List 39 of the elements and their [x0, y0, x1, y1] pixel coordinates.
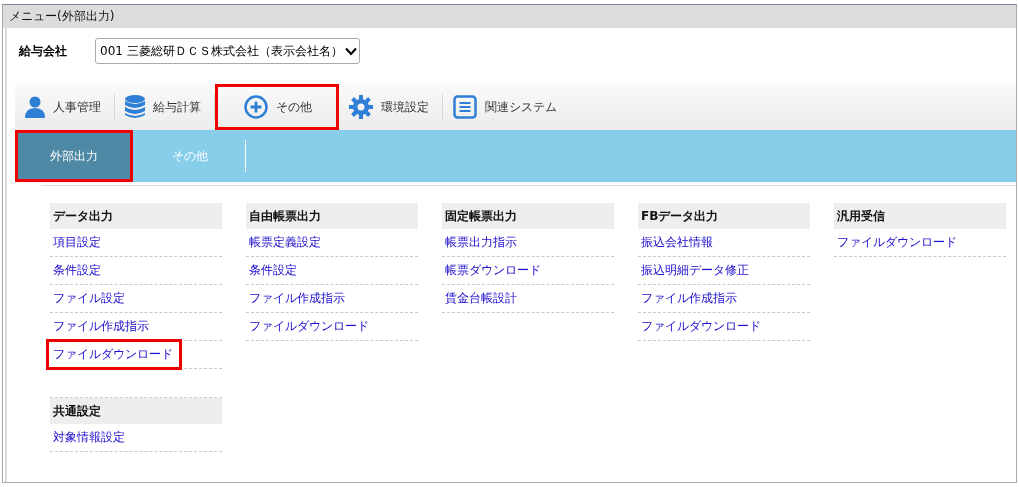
menu-link[interactable]: ファイル作成指示: [638, 288, 740, 309]
menu-link[interactable]: 帳票定義設定: [246, 232, 324, 253]
menu-link[interactable]: 振込会社情報: [638, 232, 716, 253]
list-icon: [453, 95, 477, 119]
person-icon: [25, 96, 45, 118]
menu-link[interactable]: 賃金台帳設計: [442, 288, 520, 309]
menu-link[interactable]: ファイルダウンロード: [834, 232, 960, 253]
company-label: 給与会社: [18, 42, 68, 60]
menu-link[interactable]: 条件設定: [246, 260, 300, 281]
group-header: 固定帳票出力: [442, 203, 614, 229]
menu-link[interactable]: 対象情報設定: [50, 427, 128, 448]
menu-link[interactable]: 帳票出力指示: [442, 232, 520, 253]
group-header: 汎用受信: [834, 203, 1006, 229]
menu-link[interactable]: 項目設定: [50, 232, 104, 253]
company-select[interactable]: 001 三菱総研ＤＣＳ株式会社（表示会社名）: [95, 38, 360, 64]
window-title: メニュー(外部出力): [9, 8, 115, 25]
plus-circle-icon: [244, 95, 268, 119]
menu-link[interactable]: ファイルダウンロード: [638, 316, 764, 337]
nav-tab[interactable]: 給与計算: [115, 84, 215, 130]
settings-icon: [349, 95, 373, 119]
group-header: データ出力: [50, 203, 222, 229]
menu-link[interactable]: 帳票ダウンロード: [442, 260, 544, 281]
nav-tab[interactable]: 人事管理: [15, 84, 115, 130]
menu-link[interactable]: ファイル設定: [50, 288, 128, 309]
group-header: 共通設定: [50, 398, 222, 424]
nav-tab[interactable]: その他: [215, 84, 339, 130]
sub-tab[interactable]: 外部出力: [15, 130, 133, 182]
menu-link[interactable]: ファイル作成指示: [50, 316, 152, 337]
group-header: FBデータ出力: [638, 203, 810, 229]
menu-link[interactable]: 振込明細データ修正: [638, 260, 752, 281]
menu-link[interactable]: ファイルダウンロード: [46, 339, 182, 370]
menu-link[interactable]: ファイル作成指示: [246, 288, 348, 309]
menu-link[interactable]: 条件設定: [50, 260, 104, 281]
caret-icon: [344, 46, 357, 56]
nav-tab[interactable]: 関連システム: [443, 84, 571, 130]
group-header: 自由帳票出力: [246, 203, 418, 229]
database-icon: [125, 95, 145, 119]
nav-tab[interactable]: 環境設定: [339, 84, 443, 130]
menu-link[interactable]: ファイルダウンロード: [246, 316, 372, 337]
